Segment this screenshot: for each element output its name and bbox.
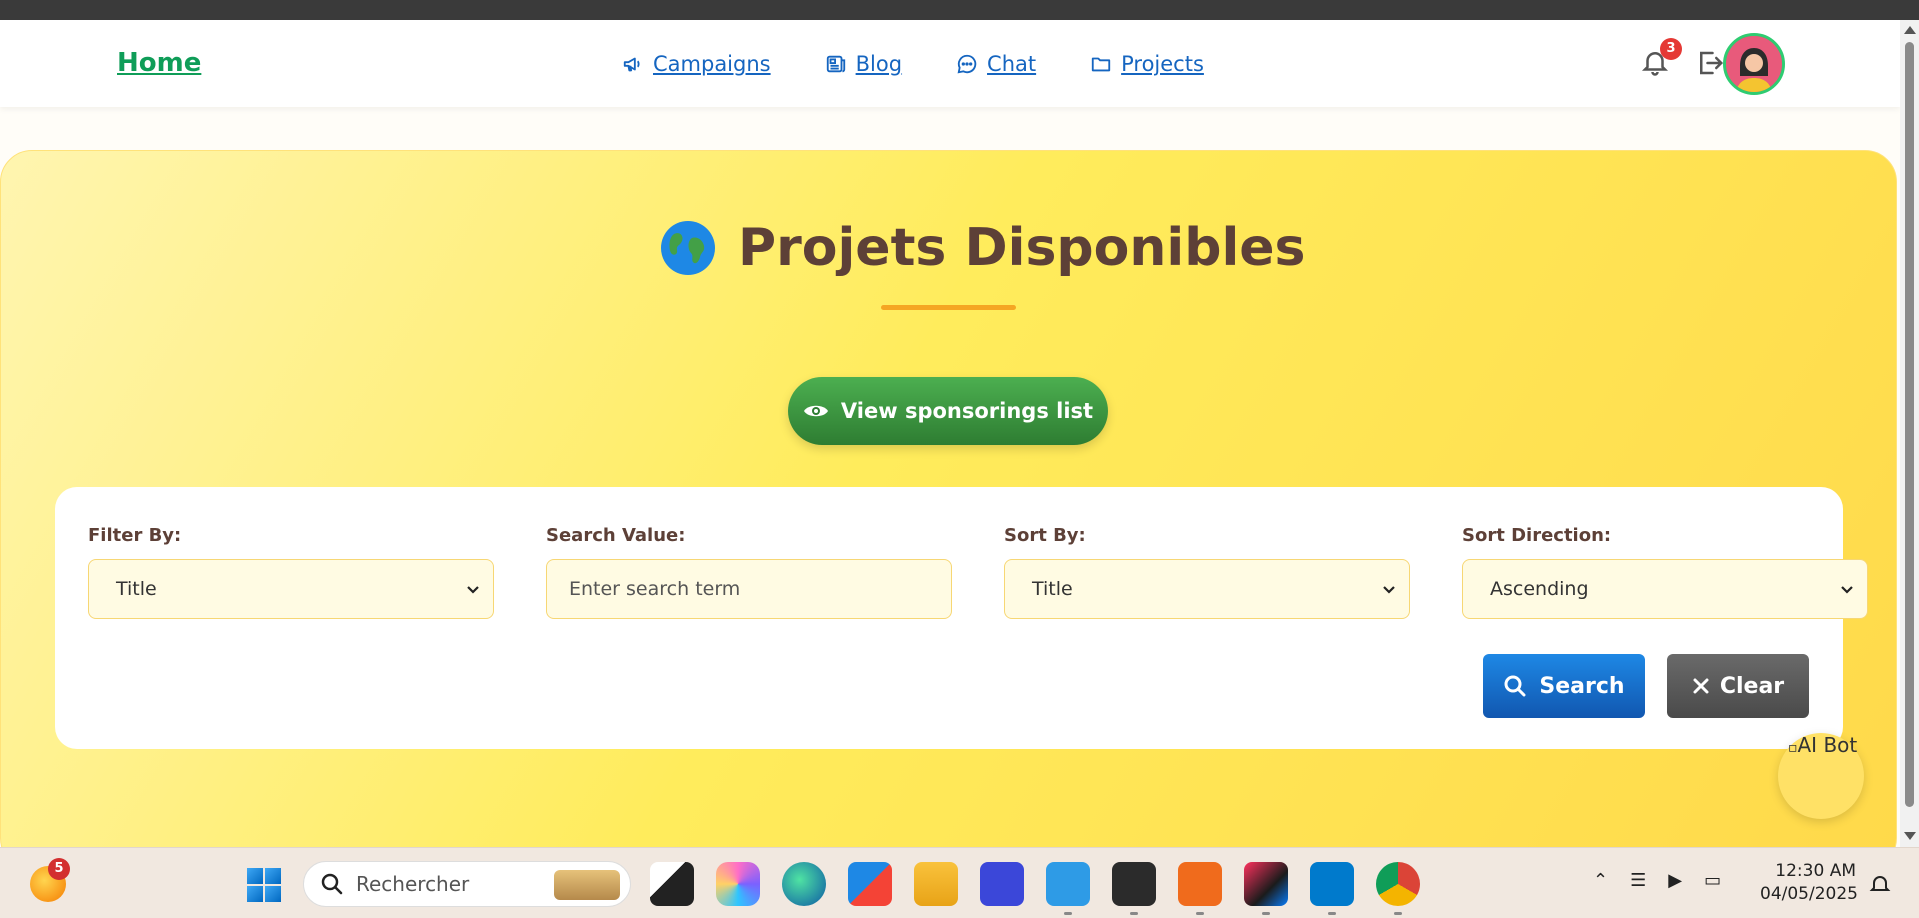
megaphone-icon xyxy=(623,57,640,72)
chevron-down-icon xyxy=(1383,586,1395,594)
search-icon xyxy=(1504,675,1526,697)
scroll-up-arrow-icon[interactable] xyxy=(1904,26,1916,34)
chevron-down-icon xyxy=(1841,586,1853,594)
scroll-down-arrow-icon[interactable] xyxy=(1904,832,1916,840)
page-scrollbar[interactable] xyxy=(1900,20,1919,847)
search-button[interactable]: Search xyxy=(1483,654,1645,718)
search-value-field: Search Value: Enter search term xyxy=(546,525,952,619)
nav-chat-label: Chat xyxy=(987,52,1037,76)
globe-icon xyxy=(661,221,715,275)
system-tray: ⌃ ☰ ▶ ▭ xyxy=(1593,870,1721,891)
filter-by-value: Title xyxy=(116,578,157,600)
sort-direction-field: Sort Direction: Ascending xyxy=(1462,525,1868,619)
nav-campaigns[interactable]: Campaigns xyxy=(622,52,771,76)
home-link[interactable]: Home xyxy=(117,48,201,78)
avatar[interactable] xyxy=(1723,33,1785,95)
search-icon xyxy=(321,873,343,895)
search-placeholder: Enter search term xyxy=(569,578,741,600)
filter-by-label: Filter By: xyxy=(88,525,182,546)
clear-button-label: Clear xyxy=(1719,673,1785,699)
filter-by-select[interactable]: Title xyxy=(88,559,494,619)
chevron-up-icon[interactable]: ⌃ xyxy=(1593,870,1608,891)
search-value-label: Search Value: xyxy=(546,525,686,546)
newspaper-icon xyxy=(826,55,845,73)
nav-blog-label: Blog xyxy=(855,52,903,76)
chat-bubble-icon xyxy=(957,54,977,74)
nav-blog[interactable]: Blog xyxy=(825,52,902,76)
taskbar-search-placeholder: Rechercher xyxy=(356,872,470,896)
user-avatar-icon xyxy=(1726,36,1782,92)
chevron-down-icon xyxy=(467,586,479,594)
wifi-icon[interactable]: ☰ xyxy=(1630,870,1646,891)
taskbar-pinned-apps xyxy=(650,862,1420,915)
task-view-icon[interactable] xyxy=(650,862,694,906)
file-explorer-icon[interactable] xyxy=(914,862,958,906)
ai-bot-broken-image-alt: ▫AI Bot xyxy=(1788,733,1866,757)
chrome-icon[interactable] xyxy=(1376,862,1420,915)
nav-projects[interactable]: Projects xyxy=(1090,52,1204,76)
battery-icon[interactable]: ▭ xyxy=(1704,870,1721,891)
weather-badge: 5 xyxy=(48,858,70,880)
taskbar-search-box[interactable]: Rechercher xyxy=(303,861,631,907)
vscode-icon[interactable] xyxy=(1310,862,1354,915)
filter-panel: Filter By: Title Search Value: Enter sea… xyxy=(55,487,1868,749)
page-viewport: Home Campaigns Blog Chat Projects 3 Proj… xyxy=(0,20,1900,847)
clear-button[interactable]: Clear xyxy=(1667,654,1809,718)
nav-campaigns-label: Campaigns xyxy=(653,52,771,76)
broken-image-icon: ▫ xyxy=(1788,740,1798,756)
search-button-label: Search xyxy=(1539,673,1625,699)
filter-by-field: Filter By: Title xyxy=(88,525,494,619)
notification-center-icon[interactable] xyxy=(1868,872,1892,896)
notepad-icon[interactable] xyxy=(1046,862,1090,915)
terminal-icon[interactable] xyxy=(1112,862,1156,915)
view-sponsorings-button[interactable]: View sponsorings list xyxy=(788,377,1108,445)
sort-by-label: Sort By: xyxy=(1004,525,1086,546)
ai-bot-alt-text: AI Bot xyxy=(1797,733,1858,757)
navbar: Home Campaigns Blog Chat Projects 3 xyxy=(0,20,1900,107)
page-title: Projets Disponibles xyxy=(738,218,1306,278)
logout-icon[interactable] xyxy=(1695,48,1725,78)
windows-taskbar: 5 Rechercher ⌃ ☰ ▶ ▭ 12:30 AM 04/05/2025 xyxy=(0,847,1919,918)
xampp-icon[interactable] xyxy=(1178,862,1222,915)
edge-icon[interactable] xyxy=(782,862,826,906)
eye-icon xyxy=(803,405,828,417)
sort-by-select[interactable]: Title xyxy=(1004,559,1410,619)
search-highlight-image xyxy=(554,870,620,900)
browser-top-strip xyxy=(0,0,1919,20)
folder-icon xyxy=(1091,57,1111,72)
volume-icon[interactable]: ▶ xyxy=(1668,870,1682,891)
clock-time: 12:30 AM xyxy=(1775,861,1856,881)
sort-by-value: Title xyxy=(1032,578,1073,600)
nav-links: Campaigns Blog Chat Projects xyxy=(622,52,1204,76)
sort-direction-value: Ascending xyxy=(1490,578,1589,600)
notification-badge: 3 xyxy=(1660,38,1682,60)
sort-by-field: Sort By: Title xyxy=(1004,525,1410,619)
search-input[interactable]: Enter search term xyxy=(546,559,952,619)
close-icon xyxy=(1693,678,1709,694)
nav-projects-label: Projects xyxy=(1121,52,1204,76)
clock-date: 04/05/2025 xyxy=(1760,884,1858,904)
view-sponsorings-label: View sponsorings list xyxy=(840,399,1094,423)
intellij-icon[interactable] xyxy=(1244,862,1288,915)
dev-app-icon[interactable] xyxy=(980,862,1024,906)
title-underline xyxy=(881,305,1016,310)
scrollbar-thumb[interactable] xyxy=(1905,42,1914,807)
windows-start-icon[interactable] xyxy=(247,868,281,902)
copilot-icon[interactable] xyxy=(716,862,760,906)
sort-direction-label: Sort Direction: xyxy=(1462,525,1612,546)
sort-direction-select[interactable]: Ascending xyxy=(1462,559,1868,619)
title-row: Projets Disponibles xyxy=(660,218,1305,278)
nav-chat[interactable]: Chat xyxy=(956,52,1036,76)
store-icon[interactable] xyxy=(848,862,892,906)
taskbar-clock[interactable]: 12:30 AM 04/05/2025 xyxy=(1760,860,1858,906)
